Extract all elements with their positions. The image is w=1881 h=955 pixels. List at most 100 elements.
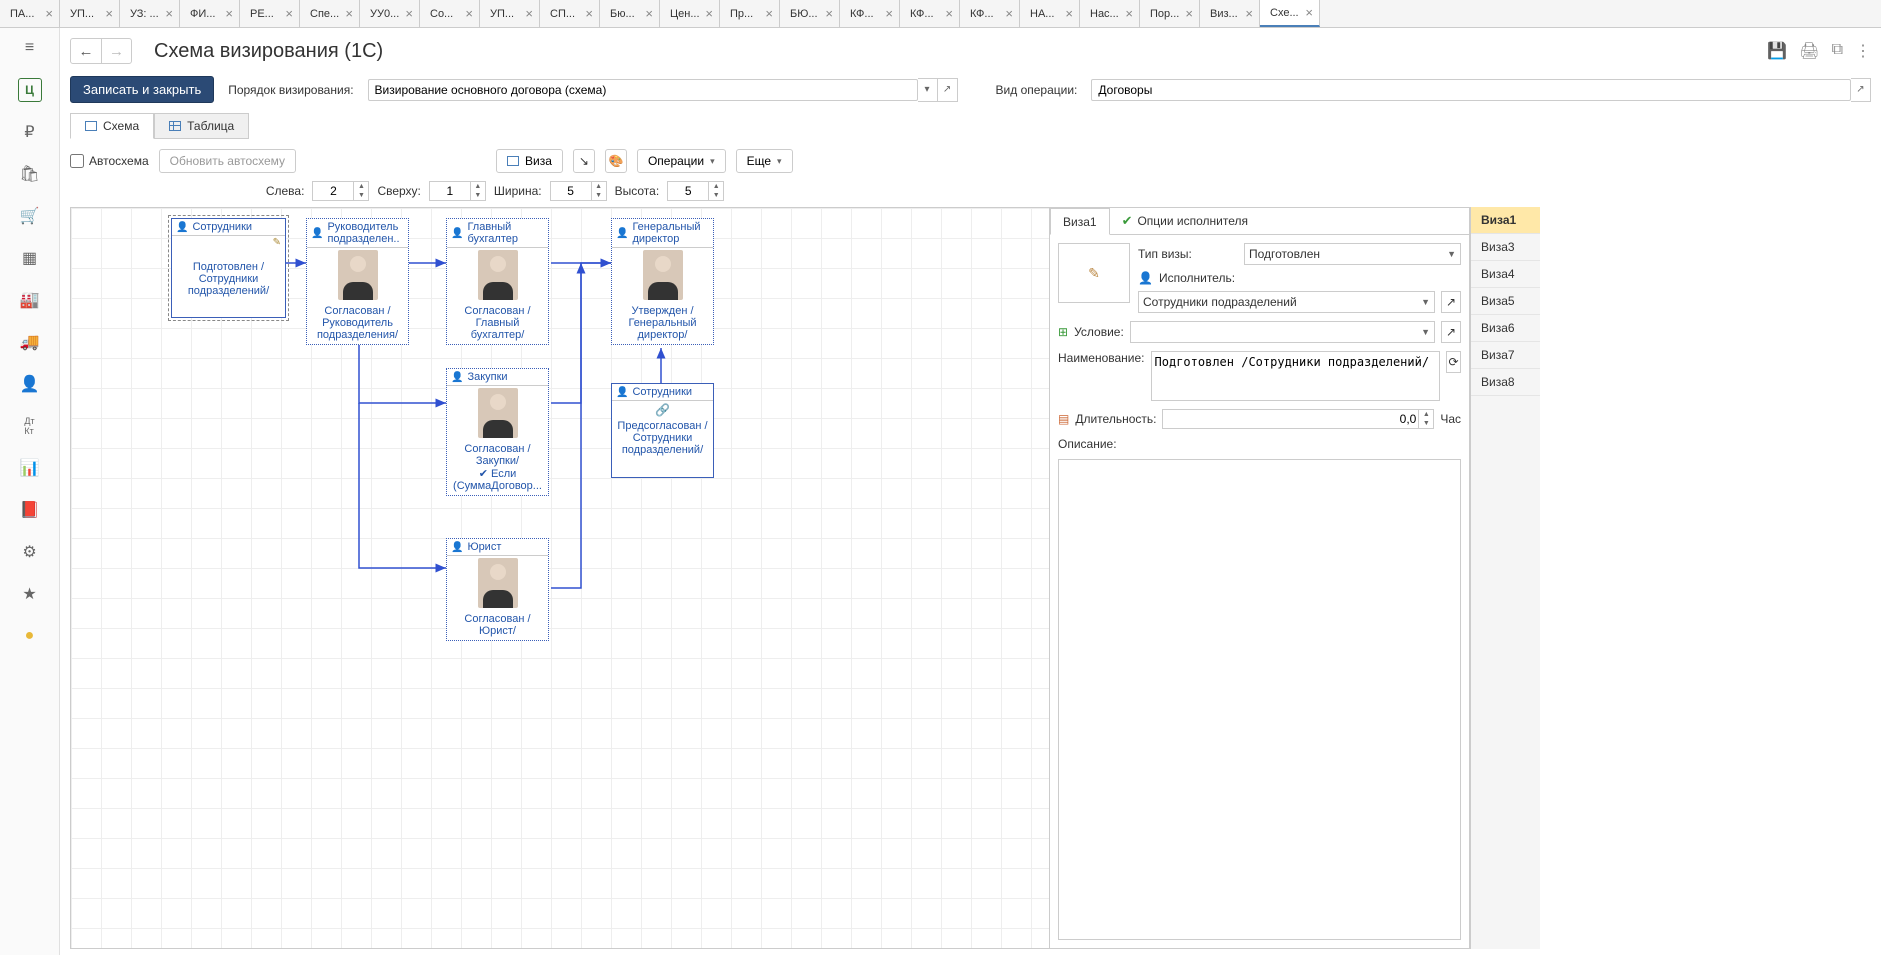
book-icon[interactable]: 📕 [18, 498, 42, 522]
autoscheme-checkbox[interactable]: Автосхема [70, 154, 149, 168]
window-tab[interactable]: УП...× [480, 0, 540, 27]
window-tab[interactable]: УЗ: ...× [120, 0, 180, 27]
height-spinner[interactable]: ▲▼ [667, 181, 724, 201]
nav-fwd-button[interactable]: → [101, 39, 131, 63]
width-spinner[interactable]: ▲▼ [550, 181, 607, 201]
name-textarea[interactable] [1151, 351, 1441, 401]
rp-tab-visa1[interactable]: Виза1 [1050, 208, 1110, 235]
visa-list-item[interactable]: Виза6 [1471, 315, 1540, 342]
operations-button[interactable]: Операции ▾ [637, 149, 726, 173]
name-refresh-button[interactable]: ⟳ [1446, 351, 1461, 373]
window-tab[interactable]: ФИ...× [180, 0, 240, 27]
order-field[interactable] [368, 79, 918, 101]
chart-icon[interactable]: 📊 [18, 456, 42, 480]
rp-tab-exec-opts[interactable]: ✔ Опции исполнителя [1110, 208, 1260, 234]
window-tab[interactable]: Пор...× [1140, 0, 1200, 27]
person-icon[interactable]: 👤 [18, 372, 42, 396]
left-spinner[interactable]: ▲▼ [312, 181, 369, 201]
cond-open-button[interactable]: ↗ [1441, 321, 1461, 343]
app-logo-icon[interactable]: Ц [18, 78, 42, 102]
bag-icon[interactable]: 🛍 [18, 162, 42, 186]
op-field[interactable] [1091, 79, 1851, 101]
node-purchasing[interactable]: 👤Закупки Согласован /Закупки/✔ Если (Сум… [446, 368, 549, 496]
menu-icon[interactable]: ≡ [18, 36, 42, 60]
op-ext-button[interactable]: ↗ [1851, 78, 1871, 102]
window-tab[interactable]: КФ...× [840, 0, 900, 27]
window-tab[interactable]: РЕ...× [240, 0, 300, 27]
truck-icon[interactable]: 🚚 [18, 330, 42, 354]
window-tab[interactable]: Пр...× [720, 0, 780, 27]
print-icon[interactable]: 🖨 [1799, 41, 1819, 61]
close-icon[interactable]: × [885, 6, 893, 21]
node-employees-2[interactable]: 👤Сотрудники 🔗 Предсогласован /Сотрудники… [611, 383, 714, 478]
close-icon[interactable]: × [765, 6, 773, 21]
close-icon[interactable]: × [225, 6, 233, 21]
close-icon[interactable]: × [525, 6, 533, 21]
close-icon[interactable]: × [465, 6, 473, 21]
close-icon[interactable]: × [705, 6, 713, 21]
save-icon[interactable]: 💾 [1767, 41, 1787, 61]
more-button[interactable]: Еще ▾ [736, 149, 793, 173]
visa-button[interactable]: Виза [496, 149, 563, 173]
visa-thumbnail[interactable]: ✎ [1058, 243, 1130, 303]
palette-button[interactable]: 🎨 [605, 149, 627, 173]
factory-icon[interactable]: 🏭 [18, 288, 42, 312]
duration-spinner[interactable]: ▲▼ [1162, 409, 1434, 429]
subtab-table[interactable]: Таблица [154, 113, 249, 139]
visa-list-item[interactable]: Виза8 [1471, 369, 1540, 396]
circle-icon[interactable]: ● [18, 624, 42, 648]
window-tab[interactable]: Со...× [420, 0, 480, 27]
save-close-button[interactable]: Записать и закрыть [70, 76, 214, 103]
close-icon[interactable]: × [825, 6, 833, 21]
window-tab[interactable]: БЮ...× [780, 0, 840, 27]
arrow-tool-button[interactable]: ↘ [573, 149, 595, 173]
top-spinner[interactable]: ▲▼ [429, 181, 486, 201]
node-manager[interactable]: 👤Руководитель подразделен.. Согласован /… [306, 218, 409, 345]
close-icon[interactable]: × [1065, 6, 1073, 21]
window-tab[interactable]: КФ...× [900, 0, 960, 27]
more-icon[interactable]: ⋮ [1855, 41, 1871, 61]
close-icon[interactable]: × [945, 6, 953, 21]
exec-open-button[interactable]: ↗ [1441, 291, 1461, 313]
close-icon[interactable]: × [345, 6, 353, 21]
star-icon[interactable]: ★ [18, 582, 42, 606]
node-director[interactable]: 👤Генеральный директор Утвержден /Генерал… [611, 218, 714, 345]
window-tab[interactable]: НА...× [1020, 0, 1080, 27]
close-icon[interactable]: × [45, 6, 53, 21]
window-tab[interactable]: Бю...× [600, 0, 660, 27]
cond-select[interactable]: ▼ [1130, 321, 1435, 343]
close-icon[interactable]: × [1125, 6, 1133, 21]
external-icon[interactable]: ⧉ [1832, 41, 1843, 61]
close-icon[interactable]: × [285, 6, 293, 21]
ruble-icon[interactable]: ₽ [18, 120, 42, 144]
order-open-button[interactable]: ▾ [918, 78, 938, 102]
node-employees-1[interactable]: 👤Сотрудники ✎ Подготовлен /Сотрудники по… [171, 218, 286, 318]
window-tab[interactable]: УУ0...× [360, 0, 420, 27]
visa-list-item[interactable]: Виза3 [1471, 234, 1540, 261]
gear-icon[interactable]: ⚙ [18, 540, 42, 564]
window-tab[interactable]: Цен...× [660, 0, 720, 27]
visa-list-item[interactable]: Виза1 [1471, 207, 1540, 234]
window-tab[interactable]: Нас...× [1080, 0, 1140, 27]
window-tab[interactable]: КФ...× [960, 0, 1020, 27]
close-icon[interactable]: × [1245, 6, 1253, 21]
close-icon[interactable]: × [645, 6, 653, 21]
subtab-schema[interactable]: Схема [70, 113, 154, 139]
close-icon[interactable]: × [585, 6, 593, 21]
cart-icon[interactable]: 🛒 [18, 204, 42, 228]
order-ext-button[interactable]: ↗ [938, 78, 958, 102]
refresh-auto-button[interactable]: Обновить автосхему [159, 149, 296, 173]
node-lawyer[interactable]: 👤Юрист Согласован /Юрист/ [446, 538, 549, 641]
visa-list-item[interactable]: Виза7 [1471, 342, 1540, 369]
grid-icon[interactable]: ▦ [18, 246, 42, 270]
window-tab[interactable]: Виз...× [1200, 0, 1260, 27]
exec-select[interactable]: Сотрудники подразделений▼ [1138, 291, 1435, 313]
window-tab[interactable]: Спе...× [300, 0, 360, 27]
window-tab[interactable]: Схе...× [1260, 0, 1320, 27]
close-icon[interactable]: × [405, 6, 413, 21]
visa-list-item[interactable]: Виза5 [1471, 288, 1540, 315]
close-icon[interactable]: × [105, 6, 113, 21]
diagram-canvas[interactable]: 👤Сотрудники ✎ Подготовлен /Сотрудники по… [70, 207, 1050, 949]
nav-back-button[interactable]: ← [71, 39, 101, 63]
type-select[interactable]: Подготовлен▼ [1244, 243, 1461, 265]
